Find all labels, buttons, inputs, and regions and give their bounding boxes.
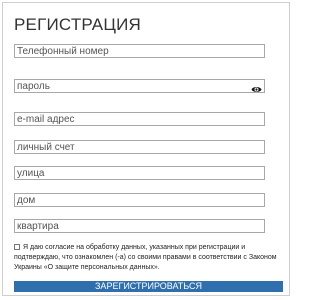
email-field[interactable] <box>14 112 265 126</box>
consent-checkbox[interactable] <box>14 244 20 250</box>
street-field[interactable] <box>14 166 265 180</box>
phone-number-field[interactable] <box>14 44 265 58</box>
password-field[interactable] <box>14 79 265 93</box>
account-number-field[interactable] <box>14 140 265 154</box>
eye-icon[interactable] <box>251 81 262 92</box>
eye-icon-svg <box>251 87 262 92</box>
consent-block: Я даю согласие на обработку данных, указ… <box>14 243 284 273</box>
consent-text: Я даю согласие на обработку данных, указ… <box>14 244 277 271</box>
registration-panel: РЕГИСТРАЦИЯ Я даю согласие на обработку … <box>2 2 290 296</box>
register-button[interactable]: ЗАРЕГИСТРИРОВАТЬСЯ <box>14 281 283 292</box>
apartment-field[interactable] <box>14 219 265 233</box>
page-title: РЕГИСТРАЦИЯ <box>14 15 142 34</box>
house-field[interactable] <box>14 193 265 207</box>
